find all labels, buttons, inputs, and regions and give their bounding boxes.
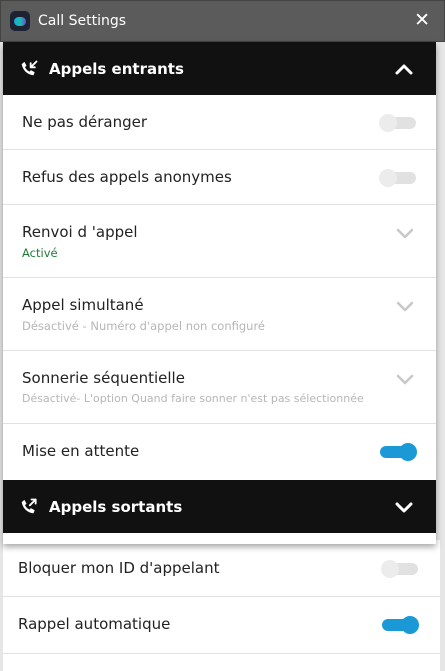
outgoing-list: Bloquer mon ID d'appelant Rappel automat… (3, 540, 440, 671)
block-caller-id-toggle[interactable] (381, 560, 418, 578)
setting-row-simultaneous-ring[interactable]: Appel simultané Désactivé - Numéro d'app… (3, 278, 436, 351)
window-titlebar: Call Settings ✕ (0, 0, 445, 42)
setting-status: Désactivé- L'option Quand faire sonner n… (22, 392, 364, 405)
setting-row-anonymous-reject: Refus des appels anonymes (3, 150, 436, 205)
setting-label: Ne pas déranger (22, 113, 148, 131)
setting-row-sequential-ring[interactable]: Sonnerie séquentielle Désactivé- L'optio… (3, 351, 436, 424)
setting-row-block-caller-id: Bloquer mon ID d'appelant (3, 540, 440, 597)
incoming-call-icon (21, 60, 38, 75)
setting-label: Mise en attente (22, 442, 140, 460)
incoming-calls-header[interactable]: Appels entrants (3, 42, 436, 95)
call-settings-panel: Appels entrants Ne pas déranger Refus de… (3, 42, 436, 544)
outgoing-calls-title: Appels sortants (49, 497, 183, 516)
window-title: Call Settings (38, 13, 127, 29)
setting-row-do-not-disturb: Ne pas déranger (3, 95, 436, 150)
setting-row-call-forwarding[interactable]: Renvoi d 'appel Activé (3, 205, 436, 278)
chevron-down-icon[interactable] (396, 371, 414, 389)
setting-label: Refus des appels anonymes (22, 168, 232, 186)
chevron-down-icon[interactable] (396, 225, 414, 243)
chevron-down-icon[interactable] (394, 497, 414, 517)
setting-label: Renvoi d 'appel (22, 223, 138, 241)
webex-app-icon (10, 11, 30, 31)
setting-status: Désactivé - Numéro d'appel non configuré (22, 319, 266, 333)
setting-label: Appel simultané (22, 296, 144, 314)
do-not-disturb-toggle[interactable] (379, 114, 416, 132)
chevron-up-icon[interactable] (394, 59, 414, 79)
setting-row-auto-callback: Rappel automatique (3, 597, 440, 654)
setting-row-call-waiting: Mise en attente (3, 424, 436, 480)
setting-label: Bloquer mon ID d'appelant (18, 559, 220, 577)
call-waiting-toggle[interactable] (380, 443, 417, 461)
setting-status: Activé (22, 246, 58, 260)
close-icon[interactable]: ✕ (414, 11, 430, 30)
incoming-calls-title: Appels entrants (49, 59, 184, 78)
outgoing-call-icon (21, 498, 37, 513)
auto-callback-toggle[interactable] (382, 616, 419, 634)
chevron-down-icon[interactable] (396, 298, 414, 316)
outgoing-calls-header[interactable]: Appels sortants (3, 480, 436, 533)
setting-label: Rappel automatique (18, 615, 171, 633)
setting-label: Sonnerie séquentielle (22, 369, 185, 387)
anonymous-reject-toggle[interactable] (379, 169, 416, 187)
